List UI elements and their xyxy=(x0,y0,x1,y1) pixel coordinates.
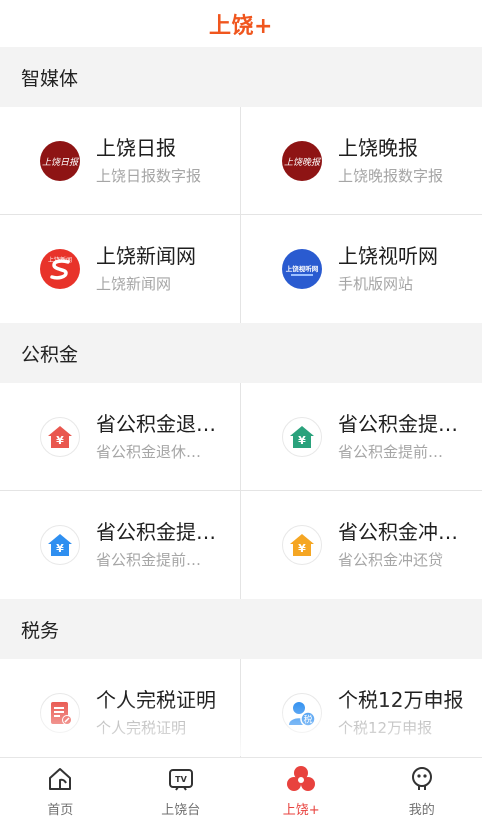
shangrao-evening-logo-icon: 上饶晚报 xyxy=(282,140,322,181)
svg-text:¥: ¥ xyxy=(56,434,64,447)
section-title-fund: 公积金 xyxy=(21,343,79,366)
tab-label: 我的 xyxy=(408,803,435,818)
service-fund-offset[interactable]: ¥ 省公积金冲还贷 省公积金冲还贷 xyxy=(241,491,482,599)
service-subtitle: 手机版网站 xyxy=(338,275,414,293)
house-yuan-icon: ¥ xyxy=(40,525,80,565)
home-icon xyxy=(46,765,74,797)
tab-profile[interactable]: 我的 xyxy=(362,758,482,821)
shangrao-plus-icon xyxy=(286,765,316,797)
tax-person-icon: 税 xyxy=(282,693,322,733)
tab-label: 上饶+ xyxy=(282,803,320,818)
service-fund-prepay-2[interactable]: ¥ 省公积金提前还贷 省公积金提前还贷 xyxy=(0,491,241,599)
service-subtitle: 上饶新闻网 xyxy=(96,275,172,293)
service-subtitle: 个税12万申报 xyxy=(338,719,433,737)
svg-text:税: 税 xyxy=(303,714,312,726)
section-title-media: 智媒体 xyxy=(21,67,79,90)
tab-home[interactable]: 首页 xyxy=(0,758,121,821)
shangrao-daily-logo-icon: 上饶日报 xyxy=(40,140,80,181)
service-subtitle: 省公积金提前还贷 xyxy=(338,442,454,461)
house-yuan-icon: ¥ xyxy=(282,416,322,457)
service-shangrao-news[interactable]: 上饶新闻 上饶新闻网 上饶新闻网 xyxy=(0,215,241,323)
service-subtitle: 省公积金提前还贷 xyxy=(96,551,212,569)
service-shangrao-evening[interactable]: 上饶晚报 上饶晚报 上饶晚报数字报 xyxy=(241,107,482,215)
service-tax-certificate[interactable]: 个人完税证明 个人完税证明 xyxy=(0,659,241,767)
svg-text:上饶晚报: 上饶晚报 xyxy=(284,157,321,168)
service-title: 省公积金提前还贷 xyxy=(338,411,460,436)
tv-icon: TV xyxy=(167,765,195,797)
bottom-tab-bar: 首页 TV 上饶台 上饶+ 我的 xyxy=(0,757,482,821)
section-title-tax: 税务 xyxy=(21,619,60,642)
media-grid: 上饶日报 上饶日报 上饶日报数字报 上饶晚报 上饶晚报 上饶晚报数字报 上饶新闻 xyxy=(0,107,482,323)
service-title: 上饶晚报 xyxy=(338,135,418,160)
service-title: 上饶新闻网 xyxy=(96,244,196,268)
svg-text:¥: ¥ xyxy=(298,542,306,555)
house-yuan-icon: ¥ xyxy=(40,416,80,457)
service-title: 个人完税证明 xyxy=(96,688,216,712)
app-header: 上饶+ xyxy=(0,0,482,47)
fund-grid: ¥ 省公积金退休提取 省公积金退休提取 ¥ 省公积金提前还贷 省公积金提前还贷 … xyxy=(0,383,482,599)
service-subtitle: 上饶日报数字报 xyxy=(96,166,202,185)
tab-label: 上饶台 xyxy=(161,803,201,818)
house-yuan-icon: ¥ xyxy=(282,525,322,565)
service-subtitle: 上饶晚报数字报 xyxy=(338,166,444,185)
service-title: 上饶日报 xyxy=(96,135,176,160)
svg-text:¥: ¥ xyxy=(56,542,64,555)
profile-icon xyxy=(408,765,436,797)
service-fund-prepay[interactable]: ¥ 省公积金提前还贷 省公积金提前还贷 xyxy=(241,383,482,491)
service-title: 省公积金提前还贷 xyxy=(96,520,218,544)
service-title: 上饶视听网 xyxy=(338,244,438,268)
service-title: 个税12万申报 xyxy=(338,688,464,712)
tab-shangrao-plus[interactable]: 上饶+ xyxy=(241,758,362,821)
service-subtitle: 省公积金冲还贷 xyxy=(338,551,444,569)
service-subtitle: 个人完税证明 xyxy=(96,719,187,737)
svg-text:上饶日报: 上饶日报 xyxy=(42,157,79,168)
tax-document-icon xyxy=(40,693,80,733)
svg-text:TV: TV xyxy=(175,775,187,784)
svg-text:上饶新闻: 上饶新闻 xyxy=(48,256,72,264)
svg-text:¥: ¥ xyxy=(298,434,306,447)
shangrao-av-logo-icon: 上饶视听网 xyxy=(282,249,322,289)
shangrao-news-logo-icon: 上饶新闻 xyxy=(40,249,80,289)
tab-label: 首页 xyxy=(47,803,74,818)
tax-grid: 个人完税证明 个人完税证明 税 个税12万申报 个税12万申报 xyxy=(0,659,482,767)
tab-shangrao-tv[interactable]: TV 上饶台 xyxy=(121,758,242,821)
service-shangrao-daily[interactable]: 上饶日报 上饶日报 上饶日报数字报 xyxy=(0,107,241,215)
page-title: 上饶+ xyxy=(209,13,273,39)
service-title: 省公积金冲还贷 xyxy=(338,520,460,544)
service-title: 省公积金退休提取 xyxy=(96,411,218,436)
service-fund-retire[interactable]: ¥ 省公积金退休提取 省公积金退休提取 xyxy=(0,383,241,491)
svg-text:上饶视听网: 上饶视听网 xyxy=(286,264,319,273)
service-subtitle: 省公积金退休提取 xyxy=(96,442,212,461)
service-shangrao-av[interactable]: 上饶视听网 上饶视听网 手机版网站 xyxy=(241,215,482,323)
service-tax-declare[interactable]: 税 个税12万申报 个税12万申报 xyxy=(241,659,482,767)
